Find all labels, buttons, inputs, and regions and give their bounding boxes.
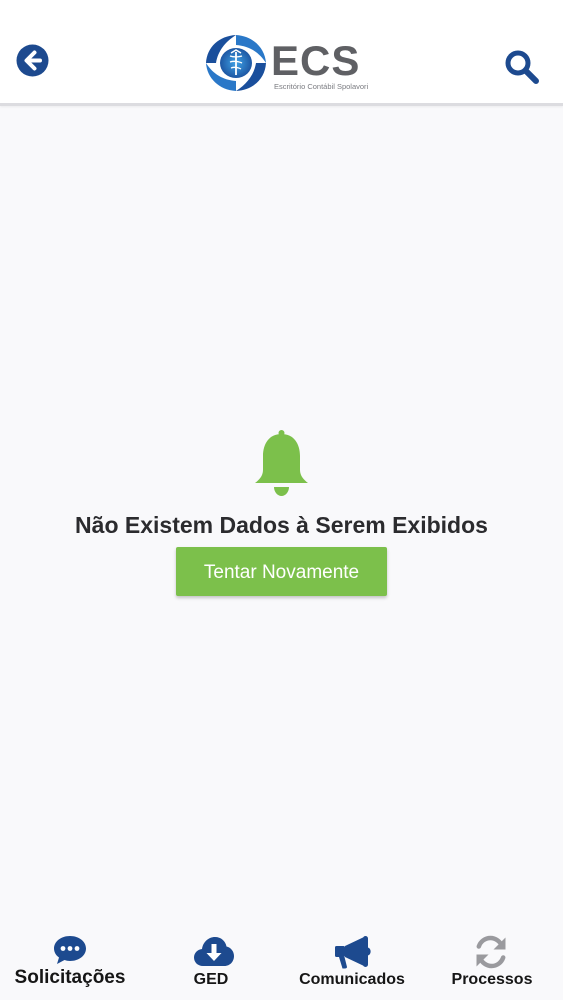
tab-comunicados[interactable]: Comunicados bbox=[290, 925, 414, 1000]
app-header: ECS Escritório Contábil Spolavori bbox=[0, 0, 563, 106]
logo-subtitle: Escritório Contábil Spolavori bbox=[274, 82, 369, 91]
tab-label: GED bbox=[193, 971, 229, 988]
bell-icon bbox=[255, 430, 308, 496]
empty-state-message: Não Existem Dados à Serem Exibidos bbox=[75, 512, 488, 538]
tab-label: Comunicados bbox=[299, 971, 405, 988]
megaphone-icon bbox=[335, 936, 371, 969]
logo-text: ECS bbox=[271, 37, 361, 84]
back-button[interactable] bbox=[16, 44, 49, 77]
tab-ged[interactable]: GED bbox=[171, 925, 251, 1000]
retry-button[interactable]: Tentar Novamente bbox=[176, 547, 387, 596]
chat-bubble-icon bbox=[54, 936, 86, 964]
logo-emblem-icon bbox=[206, 35, 266, 91]
company-logo: ECS Escritório Contábil Spolavori bbox=[203, 32, 368, 94]
cloud-download-icon bbox=[194, 937, 234, 966]
sync-icon bbox=[476, 935, 506, 969]
search-icon bbox=[505, 50, 539, 84]
arrow-left-circle-icon bbox=[16, 44, 49, 77]
tab-solicitacoes[interactable]: Solicitações bbox=[6, 925, 134, 1000]
bottom-tab-bar: Solicitações GED Comunicados Processos bbox=[0, 925, 563, 1000]
tab-label: Solicitações bbox=[14, 967, 126, 988]
app-screen: ECS Escritório Contábil Spolavori Não Ex… bbox=[0, 0, 563, 1000]
search-button[interactable] bbox=[504, 49, 540, 85]
tab-label: Processos bbox=[451, 971, 533, 988]
tab-processos[interactable]: Processos bbox=[446, 925, 538, 1000]
